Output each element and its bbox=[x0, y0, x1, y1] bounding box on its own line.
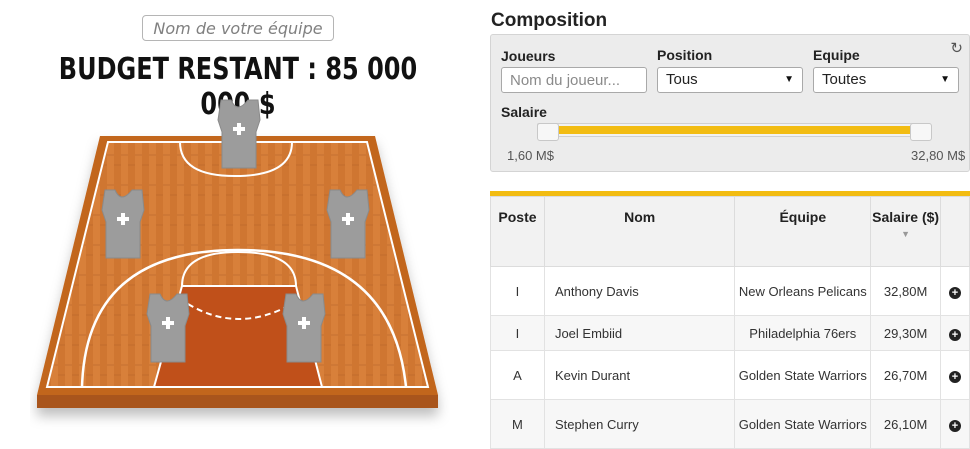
jersey-icon[interactable] bbox=[326, 189, 370, 259]
cell-action: + bbox=[940, 315, 970, 351]
basketball-court bbox=[30, 90, 450, 440]
cell-equipe: New Orleans Pelicans bbox=[734, 266, 872, 316]
table-row: A Kevin Durant Golden State Warriors 26,… bbox=[490, 350, 970, 400]
header-equipe[interactable]: Équipe bbox=[734, 196, 872, 267]
position-label: Position bbox=[657, 47, 713, 63]
jersey-icon[interactable] bbox=[101, 189, 145, 259]
cell-equipe: Golden State Warriors bbox=[734, 350, 872, 400]
cell-nom: Stephen Curry bbox=[543, 399, 736, 449]
cell-nom: Joel Embiid bbox=[543, 315, 736, 351]
cell-equipe: Golden State Warriors bbox=[734, 399, 872, 449]
position-select-value: Tous bbox=[666, 71, 698, 88]
chevron-down-icon: ▼ bbox=[784, 74, 794, 85]
header-poste[interactable]: Poste bbox=[490, 196, 545, 267]
salary-min-handle[interactable] bbox=[537, 123, 559, 141]
cell-poste: I bbox=[490, 266, 545, 316]
players-table: Poste Nom Équipe Salaire ($) ▼ I Anthony… bbox=[490, 196, 970, 449]
header-action bbox=[940, 196, 970, 267]
salary-slider-track[interactable] bbox=[537, 123, 931, 137]
cell-nom: Kevin Durant bbox=[543, 350, 736, 400]
position-select[interactable]: Tous ▼ bbox=[657, 67, 803, 93]
cell-action: + bbox=[940, 350, 970, 400]
team-name-input[interactable] bbox=[142, 15, 334, 41]
add-player-icon[interactable]: + bbox=[949, 419, 962, 432]
salary-max-handle[interactable] bbox=[910, 123, 932, 141]
cell-poste: M bbox=[490, 399, 545, 449]
cell-equipe: Philadelphia 76ers bbox=[734, 315, 872, 351]
header-salaire[interactable]: Salaire ($) ▼ bbox=[870, 196, 942, 267]
table-row: M Stephen Curry Golden State Warriors 26… bbox=[490, 399, 970, 449]
salary-label: Salaire bbox=[501, 104, 547, 120]
jersey-icon[interactable] bbox=[282, 293, 326, 363]
filter-panel: ↻ Joueurs Position Tous ▼ Equipe Toutes … bbox=[490, 34, 970, 172]
players-label: Joueurs bbox=[501, 48, 556, 64]
salary-max-value: 32,80 M$ bbox=[911, 148, 966, 163]
composition-title: Composition bbox=[491, 10, 608, 31]
cell-salaire: 29,30M bbox=[870, 315, 942, 351]
header-nom[interactable]: Nom bbox=[543, 196, 736, 267]
add-player-icon[interactable]: + bbox=[949, 328, 962, 341]
header-salaire-label: Salaire ($) bbox=[872, 209, 940, 225]
salary-min-value: 1,60 M$ bbox=[507, 148, 554, 163]
court-illustration bbox=[37, 99, 438, 408]
team-label: Equipe bbox=[813, 47, 860, 63]
cell-poste: A bbox=[490, 350, 545, 400]
team-select-value: Toutes bbox=[822, 71, 867, 88]
cell-action: + bbox=[940, 266, 970, 316]
table-row: I Anthony Davis New Orleans Pelicans 32,… bbox=[490, 266, 970, 316]
chevron-down-icon: ▼ bbox=[940, 74, 950, 85]
cell-poste: I bbox=[490, 315, 545, 351]
jersey-icon[interactable] bbox=[217, 99, 261, 169]
cell-salaire: 26,70M bbox=[870, 350, 942, 400]
table-row: I Joel Embiid Philadelphia 76ers 29,30M … bbox=[490, 315, 970, 351]
team-select[interactable]: Toutes ▼ bbox=[813, 67, 959, 93]
add-player-icon[interactable]: + bbox=[949, 370, 962, 383]
sort-desc-icon: ▼ bbox=[901, 229, 911, 239]
jersey-icon[interactable] bbox=[146, 293, 190, 363]
salary-slider-range bbox=[554, 126, 914, 134]
cell-nom: Anthony Davis bbox=[543, 266, 736, 316]
cell-salaire: 32,80M bbox=[870, 266, 942, 316]
refresh-icon[interactable]: ↻ bbox=[950, 39, 963, 57]
add-player-icon[interactable]: + bbox=[949, 286, 962, 299]
cell-action: + bbox=[940, 399, 970, 449]
cell-salaire: 26,10M bbox=[870, 399, 942, 449]
player-search-input[interactable] bbox=[501, 67, 647, 93]
